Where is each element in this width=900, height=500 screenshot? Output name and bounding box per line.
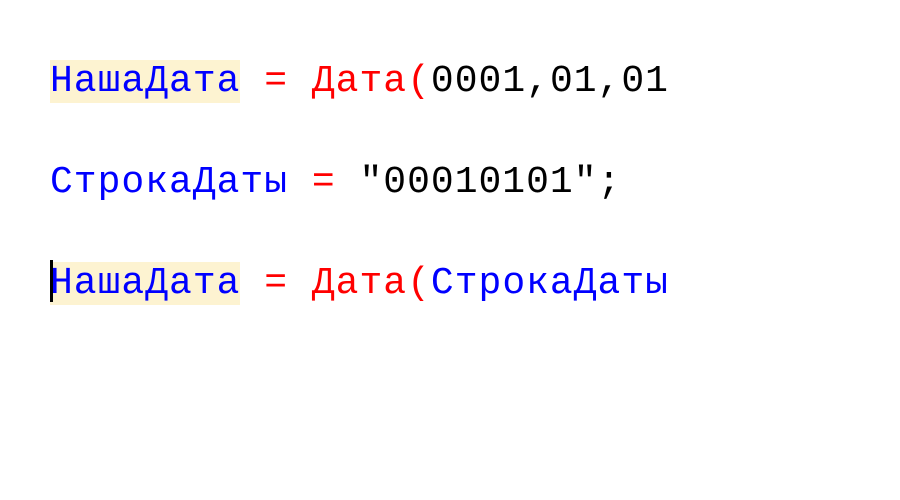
text-cursor: [50, 260, 53, 302]
code-line-3[interactable]: НашаДата = Дата(СтрокаДаты: [50, 262, 850, 305]
left-paren: (: [407, 60, 431, 103]
arg-day: 01: [621, 60, 669, 103]
variable-strokadaty: СтрокаДаты: [50, 161, 288, 204]
equals-operator: =: [312, 161, 336, 204]
variable-nashadata: НашаДата: [50, 262, 240, 305]
variable-nashadata: НашаДата: [50, 60, 240, 103]
left-paren: (: [407, 262, 431, 305]
string-literal: "00010101": [359, 161, 597, 204]
code-line-1[interactable]: НашаДата = Дата(0001,01,01: [50, 60, 850, 103]
equals-operator: =: [264, 60, 288, 103]
equals-operator: =: [264, 262, 288, 305]
code-line-2[interactable]: СтрокаДаты = "00010101";: [50, 161, 850, 204]
arg-month: 01: [550, 60, 598, 103]
comma: ,: [598, 60, 622, 103]
semicolon: ;: [598, 161, 622, 204]
comma: ,: [526, 60, 550, 103]
arg-year: 0001: [431, 60, 526, 103]
function-data: Дата: [312, 60, 407, 103]
function-data: Дата: [312, 262, 407, 305]
variable-arg-strokadaty: СтрокаДаты: [431, 262, 669, 305]
